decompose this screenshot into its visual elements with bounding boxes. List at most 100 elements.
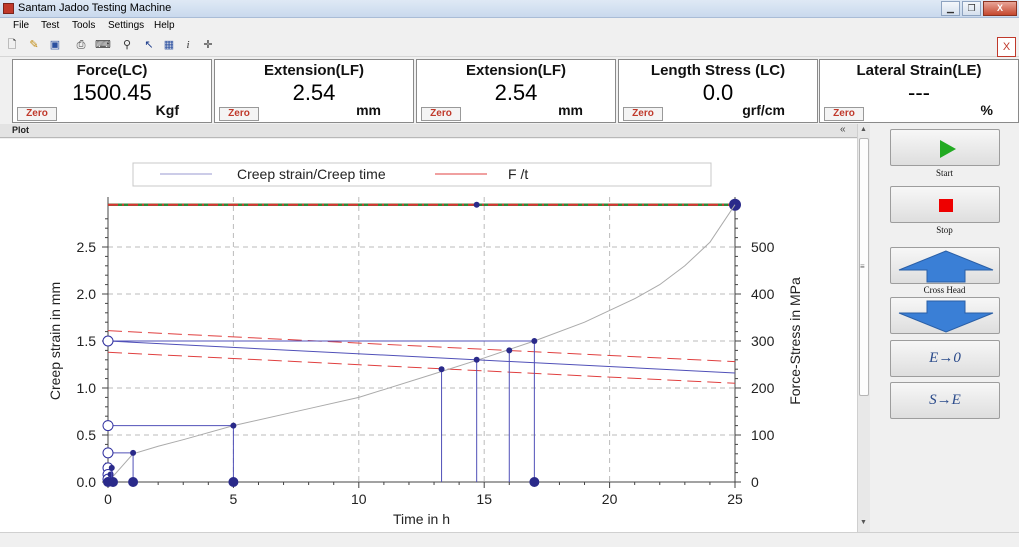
stem-point	[108, 464, 115, 471]
readout-unit: %	[980, 102, 993, 118]
vertical-scrollbar[interactable]: ▲ ≡ ▼	[857, 124, 870, 532]
s-to-e-button[interactable]: S→E	[890, 382, 1000, 419]
stem-point	[130, 449, 137, 456]
readout-lateral-strain: Lateral Strain(LE) --- % Zero	[819, 59, 1019, 123]
e-zero-button[interactable]: E→0	[890, 340, 1000, 377]
bottom-marker	[128, 477, 139, 487]
stem-point	[531, 338, 538, 344]
readout-value: 0.0	[702, 80, 734, 105]
start-label: Start	[936, 168, 953, 178]
readout-value: 2.54	[494, 80, 538, 105]
readout-extension-2: Extension(LF) 2.54 mm Zero	[416, 59, 616, 123]
pointer-icon[interactable]: ↖	[142, 38, 156, 52]
readout-force: Force(LC) 1500.45 Kgf Zero	[12, 59, 212, 123]
stop-icon	[939, 199, 953, 212]
y-tick-label: 0.0	[77, 474, 97, 490]
readout-extension-1: Extension(LF) 2.54 mm Zero	[214, 59, 414, 123]
arrow-up-icon	[898, 250, 994, 283]
x-tick-label: 20	[602, 491, 618, 507]
zero-button[interactable]: Zero	[219, 107, 259, 121]
readout-title: Lateral Strain(LE)	[856, 62, 982, 79]
print-preview-icon[interactable]: ⎙	[74, 38, 88, 52]
zoom-icon[interactable]: ⚲	[120, 38, 134, 52]
maximize-button[interactable]: ❐	[962, 1, 981, 16]
stem-point	[473, 356, 480, 363]
print-icon[interactable]: ⌨	[95, 38, 111, 52]
menu-tools[interactable]: Tools	[72, 20, 95, 31]
x-tick-label: 5	[230, 491, 238, 507]
minimize-button[interactable]: ▁	[941, 1, 960, 16]
play-icon	[940, 140, 956, 158]
creep-chart: Creep strain/Creep time F /t 0 5 10 15 20 25 0.0…	[47, 162, 803, 527]
app-window: Santam Jadoo Testing Machine ▁ ❐ X File …	[0, 0, 1019, 547]
y-tick-label: 2.5	[77, 239, 97, 255]
x-axis-title: Time in h	[393, 511, 450, 527]
plot-area[interactable]: Creep strain/Creep time F /t 0 5 10 15 20 25 0.0…	[0, 139, 857, 532]
y-tick-label: 1.5	[77, 333, 97, 349]
control-panel: Start Stop Cross Head E→0 S→E	[870, 124, 1019, 532]
y-tick-label: 0.5	[77, 427, 97, 443]
stem-point	[230, 422, 237, 429]
bottom-marker	[228, 477, 239, 487]
zero-button[interactable]: Zero	[421, 107, 461, 121]
scroll-down-icon[interactable]: ▼	[860, 519, 867, 526]
menu-bar: File Test Tools Settings Help	[0, 18, 1019, 35]
menu-test[interactable]: Test	[41, 20, 59, 31]
top-marker	[473, 201, 480, 208]
readout-length-stress: Length Stress (LC) 0.0 grf/cm Zero	[618, 59, 818, 123]
plot-header-label: Plot	[12, 125, 29, 135]
y2-tick-label: 300	[751, 333, 775, 349]
open-folder-icon[interactable]: ✎	[27, 38, 41, 52]
new-file-icon[interactable]: 🗋	[5, 38, 19, 52]
menu-settings[interactable]: Settings	[108, 20, 144, 31]
y2-tick-label: 100	[751, 427, 775, 443]
stem-point	[438, 366, 445, 373]
scroll-grip-icon: ≡	[860, 262, 865, 271]
y-axis-title: Creep strain in mm	[47, 282, 63, 400]
e-zero-label: E→0	[929, 350, 961, 366]
creep-curve	[107, 204, 736, 483]
y-tick-label: 1.0	[77, 380, 97, 396]
s-to-e-label: S→E	[929, 392, 961, 408]
scroll-up-icon[interactable]: ▲	[860, 126, 867, 133]
readout-title: Extension(LF)	[466, 62, 566, 79]
plot-header: Plot «	[0, 124, 857, 138]
zero-button[interactable]: Zero	[623, 107, 663, 121]
crosshead-down-button[interactable]	[890, 297, 1000, 334]
close-tab-button[interactable]: X	[997, 37, 1016, 57]
stop-label: Stop	[936, 225, 953, 235]
legend-box	[132, 162, 712, 187]
readout-title: Extension(LF)	[264, 62, 364, 79]
collapse-icon[interactable]: «	[840, 124, 846, 135]
readout-panels: Force(LC) 1500.45 Kgf Zero Extension(LF)…	[8, 59, 1019, 124]
stop-button[interactable]	[890, 186, 1000, 223]
y2-tick-label: 0	[751, 474, 759, 490]
readout-unit: mm	[356, 102, 381, 118]
info-icon[interactable]: i	[181, 38, 195, 52]
menu-help[interactable]: Help	[154, 20, 175, 31]
readout-unit: Kgf	[155, 102, 179, 118]
menu-file[interactable]: File	[13, 20, 29, 31]
close-window-button[interactable]: X	[983, 1, 1017, 16]
readout-title: Length Stress (LC)	[650, 62, 786, 79]
readout-unit: grf/cm	[742, 102, 785, 118]
app-icon	[3, 3, 14, 14]
crosshead-up-button[interactable]	[890, 247, 1000, 284]
bottom-marker	[108, 477, 119, 487]
toolbar: 🗋 ✎ ▣ ⎙ ⌨ ⚲ ↖ ▦ i ✛	[0, 35, 1019, 57]
readout-unit: mm	[558, 102, 583, 118]
title-bar: Santam Jadoo Testing Machine ▁ ❐ X	[0, 0, 1019, 18]
legend-label-creep: Creep strain/Creep time	[237, 166, 386, 182]
x-tick-label: 25	[727, 491, 743, 507]
start-button[interactable]	[890, 129, 1000, 166]
grid-icon[interactable]: ▦	[162, 38, 176, 52]
x-tick-label: 10	[351, 491, 367, 507]
zero-button[interactable]: Zero	[17, 107, 57, 121]
stem-point	[506, 347, 513, 354]
move-icon[interactable]: ✛	[201, 38, 215, 52]
x-tick-label: 0	[104, 491, 112, 507]
zero-button[interactable]: Zero	[824, 107, 864, 121]
readout-value: 1500.45	[72, 80, 152, 105]
open-marker	[102, 420, 114, 432]
save-icon[interactable]: ▣	[48, 38, 62, 52]
